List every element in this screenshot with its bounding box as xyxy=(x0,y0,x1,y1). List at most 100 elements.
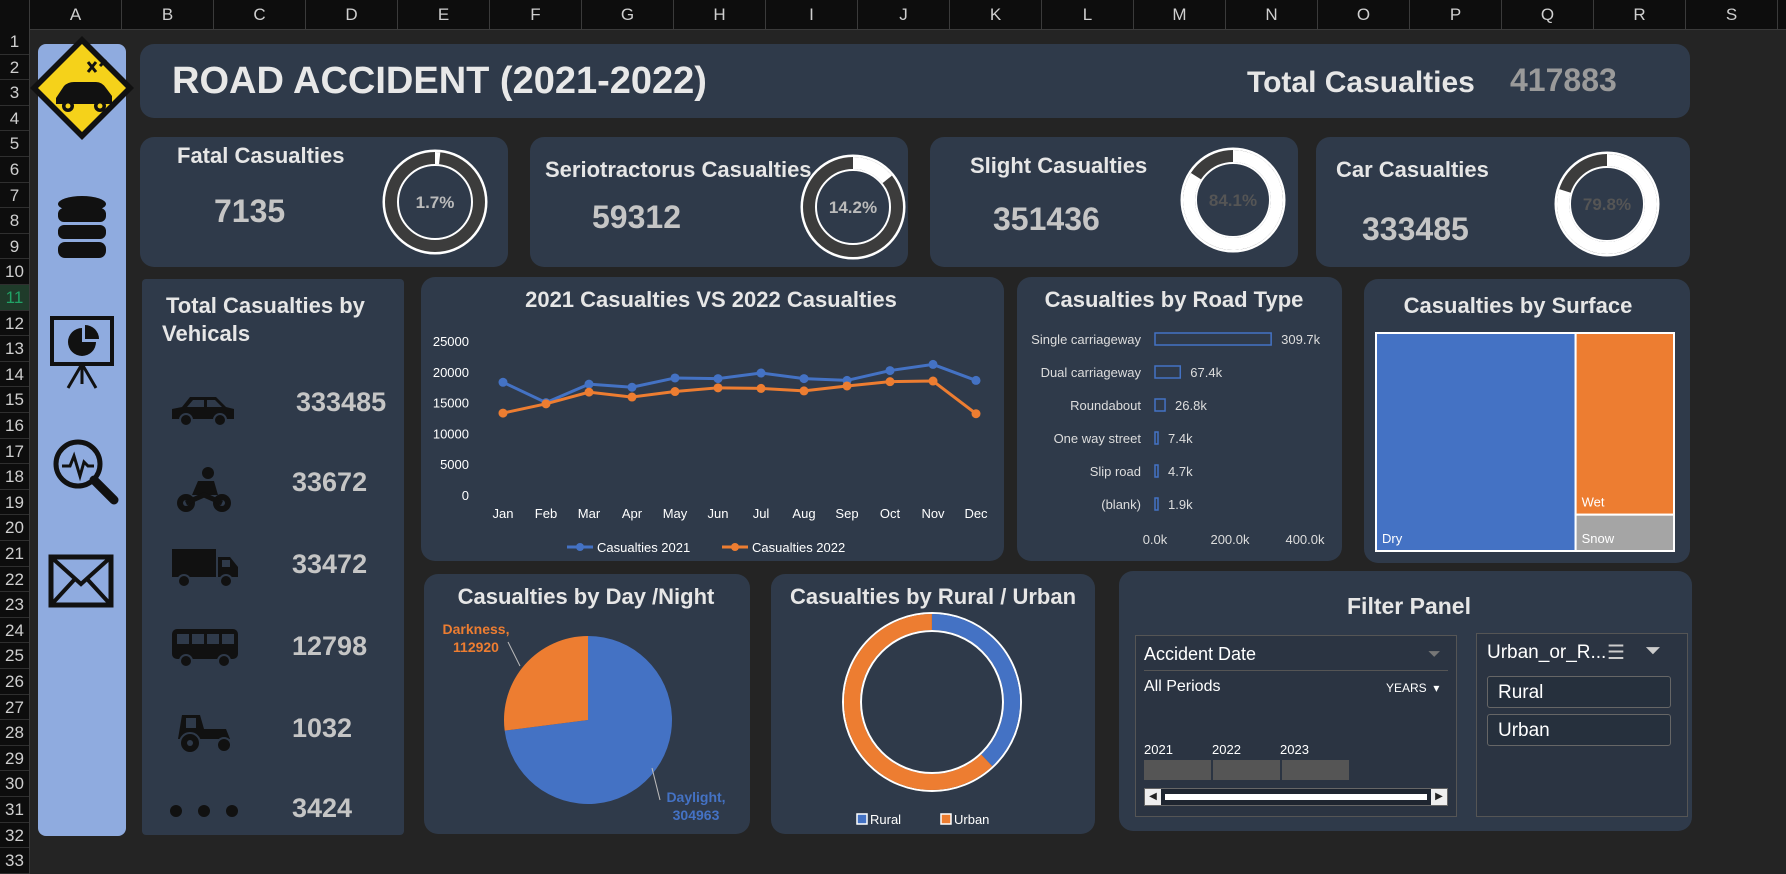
corner-cell xyxy=(0,0,30,29)
clear-filter-icon[interactable]: ⏷ xyxy=(1645,640,1661,663)
row-header-bar: 1 2 3 4 5 6 7 8 9 10 11 12 13 14 15 16 17 18 19 20 21 22 23 24 2… xyxy=(0,29,30,874)
pie-label-name: Darkness, xyxy=(443,621,510,637)
data-point xyxy=(971,375,981,385)
x-tick-label: 200.0k xyxy=(1210,532,1250,547)
column-header: A xyxy=(30,0,122,29)
period-unit-select[interactable]: YEARS ▾ xyxy=(1386,681,1439,695)
vehicle-value: 1032 xyxy=(292,713,353,743)
road-type-chart: Casualties by Road Type Single carriagewa… xyxy=(1031,287,1325,547)
slicer-option-urban[interactable]: Urban xyxy=(1487,714,1671,746)
multi-select-icon[interactable]: ☰ xyxy=(1607,640,1625,665)
date-slicer: Accident Date ⏷ All Periods YEARS ▾ 2021… xyxy=(1135,635,1457,817)
bar xyxy=(1154,365,1182,379)
row-header: 17 xyxy=(0,439,29,465)
x-tick-label: Mar xyxy=(578,506,601,521)
timeline-scrollbar[interactable]: ◀ ▶ xyxy=(1144,788,1448,806)
year-label: 2021 xyxy=(1144,742,1173,757)
row-header: 5 xyxy=(0,131,29,157)
data-point xyxy=(713,374,723,384)
row-header: 21 xyxy=(0,541,29,567)
scroll-right-icon[interactable]: ▶ xyxy=(1431,789,1447,805)
y-tick-label: 15000 xyxy=(433,396,469,411)
database-icon[interactable] xyxy=(52,194,112,264)
data-point xyxy=(971,409,981,419)
y-tick-label: 5000 xyxy=(440,457,469,472)
data-point xyxy=(498,377,508,387)
donut-pct-label: 84.1% xyxy=(1209,191,1257,210)
period-unit-label: YEARS xyxy=(1386,681,1427,695)
column-header-bar: ABCDEFGHIJKLMNOPQRS xyxy=(0,0,1786,30)
kpi-car: Car Casualties 333485 79.8% xyxy=(1316,137,1690,267)
treemap-tile xyxy=(1375,332,1577,552)
mail-icon[interactable] xyxy=(48,554,114,608)
column-header: Q xyxy=(1502,0,1594,29)
kpi-label: Car Casualties xyxy=(1336,157,1489,182)
pie-slice xyxy=(504,636,588,731)
vehicle-row-tractor: 1032 xyxy=(142,703,402,763)
timeline-bar-2021[interactable] xyxy=(1144,760,1211,780)
legend-label: Casualties 2022 xyxy=(752,540,845,555)
bus-icon xyxy=(172,629,238,668)
motorcycle-icon xyxy=(177,467,231,512)
chart-title: 2021 Casualties VS 2022 Casualties xyxy=(525,287,897,312)
column-header: R xyxy=(1594,0,1686,29)
kpi-donut: 14.2% xyxy=(800,154,906,260)
total-casualties-value: 417883 xyxy=(1510,62,1617,98)
donut-slice xyxy=(844,614,993,790)
donut-pct-label: 1.7% xyxy=(416,193,455,212)
data-point xyxy=(885,377,895,387)
vehicle-value: 12798 xyxy=(292,631,368,661)
donut-outline xyxy=(842,612,1022,792)
y-tick-label: 25000 xyxy=(433,334,469,349)
bar xyxy=(1154,464,1159,478)
bar-category-label: One way street xyxy=(1054,431,1142,446)
legend-label: Urban xyxy=(954,812,989,827)
column-header: I xyxy=(766,0,858,29)
kpi-value: 7135 xyxy=(214,193,286,229)
day-night-pie: Casualties by Day /Night Darkness, 112920 D… xyxy=(443,584,726,823)
row-header: 13 xyxy=(0,336,29,362)
truck-icon xyxy=(172,549,238,588)
road-accident-logo xyxy=(26,32,138,144)
leader-line xyxy=(651,767,661,801)
bar-data-label: 26.8k xyxy=(1175,398,1207,413)
tractor-icon xyxy=(178,715,232,754)
data-point xyxy=(842,381,852,391)
vehicle-value: 33472 xyxy=(292,549,368,579)
surface-treemap: Casualties by Surface Dry Wet Snow xyxy=(1375,293,1675,553)
timeline-bar-2022[interactable] xyxy=(1213,760,1280,780)
row-header: 23 xyxy=(0,592,29,618)
kpi-label: Slight Casualties xyxy=(970,153,1148,178)
pie-label-name: Daylight, xyxy=(666,789,725,805)
presentation-icon[interactable] xyxy=(48,314,116,390)
row-header: 8 xyxy=(0,208,29,234)
row-header: 25 xyxy=(0,643,29,669)
clear-filter-icon[interactable]: ⏷ xyxy=(1428,646,1441,664)
data-point xyxy=(885,366,895,376)
column-header: M xyxy=(1134,0,1226,29)
area-slicer: Urban_or_R... ☰ ⏷ Rural Urban xyxy=(1476,633,1688,817)
vehicle-value: 3424 xyxy=(292,793,353,823)
kpi-fatal: Fatal Casualties 7135 1.7% xyxy=(140,137,508,267)
year-label: 2022 xyxy=(1212,742,1241,757)
row-header: 11 xyxy=(0,285,29,311)
legend-label: Rural xyxy=(870,812,901,827)
search-analytics-icon[interactable] xyxy=(48,434,120,506)
rural-urban-panel: Casualties by Rural / Urban Rural Urban xyxy=(771,574,1095,834)
vehicle-row-car: 333485 xyxy=(142,377,402,437)
scroll-left-icon[interactable]: ◀ xyxy=(1145,789,1161,805)
kpi-label: Fatal Casualties xyxy=(177,143,345,168)
timeline-bar-2023[interactable] xyxy=(1282,760,1349,780)
scroll-thumb[interactable] xyxy=(1165,794,1427,800)
kpi-value: 333485 xyxy=(1362,211,1469,247)
bar xyxy=(1154,431,1159,445)
row-header: 18 xyxy=(0,464,29,490)
total-casualties-label: Total Casualties xyxy=(1247,66,1475,99)
row-header: 6 xyxy=(0,157,29,183)
bar-data-label: 4.7k xyxy=(1168,464,1193,479)
column-header: C xyxy=(214,0,306,29)
all-periods-label: All Periods xyxy=(1144,678,1221,695)
slicer-option-rural[interactable]: Rural xyxy=(1487,676,1671,708)
bar-category-label: Slip road xyxy=(1090,464,1141,479)
legend-marker xyxy=(731,543,739,551)
